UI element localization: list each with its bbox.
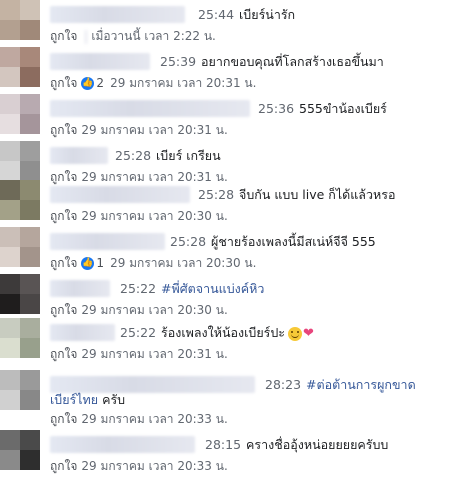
- comment-text: เบียร์น่ารัก: [239, 7, 296, 22]
- video-timestamp[interactable]: 25:22: [120, 325, 156, 340]
- comment-time[interactable]: เมื่อวานนี้ เวลา 2:22 น.: [91, 29, 215, 43]
- avatar[interactable]: [0, 0, 40, 40]
- comment-time[interactable]: 29 มกราคม เวลา 20:30 น.: [110, 256, 256, 270]
- avatar[interactable]: [0, 227, 40, 267]
- video-timestamp[interactable]: 25:44: [198, 7, 234, 22]
- like-link[interactable]: ถูกใจ: [50, 209, 77, 223]
- commenter-name-blurred[interactable]: [50, 280, 110, 297]
- comment-content: 25:28 เบียร์ เกรียน: [115, 146, 221, 166]
- comment-time[interactable]: 29 มกราคม เวลา 20:30 น.: [81, 209, 227, 223]
- comment-item: 25:39 อยากขอบคุณที่โลกสร้างเธอขึ้นมา ถูกใ…: [0, 47, 469, 97]
- avatar[interactable]: [0, 274, 40, 314]
- comment-content: 25:28 จีบกัน แบบ live ก็ได้แล้วหรอ: [198, 185, 395, 205]
- avatar[interactable]: [0, 47, 40, 87]
- comment-item: 25:22 #พี่ศัตจานแบ่งค์หิว ถูกใจ 29 มกราคม …: [0, 274, 469, 324]
- comment-item: 28:15 ครางชื่ออุ้งหน่อยยยยครับบ ถูกใจ 29 ม…: [0, 430, 469, 480]
- commenter-name-blurred[interactable]: [50, 186, 190, 203]
- comment-text: อยากขอบคุณที่โลกสร้างเธอขึ้นมา: [201, 54, 384, 69]
- comment-content: 25:44 เบียร์น่ารัก: [198, 5, 295, 25]
- comment-text: ครับ: [102, 392, 126, 407]
- video-timestamp[interactable]: 25:36: [258, 101, 294, 116]
- comment-text: ผู้ชายร้องเพลงนี้มีสเน่ห์จีจี 555: [211, 234, 376, 249]
- reaction-count[interactable]: 2: [96, 76, 104, 90]
- commenter-name-blurred[interactable]: [50, 6, 185, 23]
- video-timestamp[interactable]: 25:28: [115, 148, 151, 163]
- comment-text: 555ขำน้องเบียร์: [299, 101, 387, 116]
- comment-time[interactable]: 29 มกราคม เวลา 20:31 น.: [110, 76, 256, 90]
- separator: [85, 29, 88, 44]
- comment-content: 25:28 ผู้ชายร้องเพลงนี้มีสเน่ห์จีจี 555: [170, 232, 376, 252]
- reaction-count[interactable]: 1: [96, 256, 104, 270]
- like-link[interactable]: ถูกใจ: [50, 76, 77, 90]
- comment-text: เบียร์ เกรียน: [156, 148, 221, 163]
- like-reaction-icon[interactable]: 👍: [81, 77, 95, 90]
- video-timestamp[interactable]: 25:28: [198, 187, 234, 202]
- avatar[interactable]: [0, 430, 40, 470]
- video-timestamp[interactable]: 28:15: [205, 437, 241, 452]
- comment-time[interactable]: 29 มกราคม เวลา 20:31 น.: [81, 123, 227, 137]
- avatar[interactable]: [0, 94, 40, 134]
- comment-reply-line: เบียร์ไทย ครับ: [50, 390, 125, 410]
- like-link[interactable]: ถูกใจ: [50, 303, 77, 317]
- like-link[interactable]: ถูกใจ: [50, 256, 77, 270]
- like-link[interactable]: ถูกใจ: [50, 123, 77, 137]
- comment-item: 28:23 #ต่อต้านการผูกขาด เบียร์ไทย ครับ ถู…: [0, 370, 469, 426]
- comment-content: 25:22 #พี่ศัตจานแบ่งค์หิว: [120, 279, 264, 299]
- comment-text: ครางชื่ออุ้งหน่อยยยยครับบ: [246, 437, 389, 452]
- comment-meta: ถูกใจ 29 มกราคม เวลา 20:33 น.: [50, 410, 228, 429]
- comment-meta: ถูกใจ 29 มกราคม เวลา 20:31 น.: [50, 345, 228, 364]
- comment-meta: ถูกใจ 👍 1 29 มกราคม เวลา 20:30 น.: [50, 254, 256, 273]
- avatar[interactable]: [0, 180, 40, 220]
- commenter-name-blurred[interactable]: [50, 324, 115, 341]
- like-link[interactable]: ถูกใจ: [50, 347, 77, 361]
- video-timestamp[interactable]: 25:39: [160, 54, 196, 69]
- comment-item: 25:28 ผู้ชายร้องเพลงนี้มีสเน่ห์จีจี 555 ถ…: [0, 227, 469, 277]
- comment-meta: ถูกใจ เมื่อวานนี้ เวลา 2:22 น.: [50, 27, 216, 46]
- comment-item: 25:44 เบียร์น่ารัก ถูกใจ เมื่อวานนี้ เวลา …: [0, 0, 469, 50]
- hashtag-link[interactable]: #พี่ศัตจานแบ่งค์หิว: [161, 281, 264, 296]
- comment-time[interactable]: 29 มกราคม เวลา 20:30 น.: [81, 303, 227, 317]
- like-link[interactable]: ถูกใจ: [50, 412, 77, 426]
- like-link[interactable]: ถูกใจ: [50, 29, 77, 43]
- comment-content: 25:39 อยากขอบคุณที่โลกสร้างเธอขึ้นมา: [160, 52, 384, 72]
- comment-meta: ถูกใจ 29 มกราคม เวลา 20:31 น.: [50, 121, 228, 140]
- avatar[interactable]: [0, 318, 40, 358]
- video-timestamp[interactable]: 25:22: [120, 281, 156, 296]
- avatar[interactable]: [0, 141, 40, 181]
- comment-item: 25:22 ร้องเพลงให้น้องเบียร์ปะ ❤ ถูกใจ 29 มก…: [0, 318, 469, 368]
- comment-item: 25:36 555ขำน้องเบียร์ ถูกใจ 29 มกราคม เวลา…: [0, 94, 469, 144]
- commenter-name-blurred[interactable]: [50, 53, 150, 70]
- comment-content: 25:36 555ขำน้องเบียร์: [258, 99, 387, 119]
- comment-time[interactable]: 29 มกราคม เวลา 20:33 น.: [81, 459, 227, 473]
- comment-text: ร้องเพลงให้น้องเบียร์ปะ: [161, 325, 286, 340]
- comment-text: จีบกัน แบบ live ก็ได้แล้วหรอ: [239, 187, 396, 202]
- comment-meta: ถูกใจ 👍 2 29 มกราคม เวลา 20:31 น.: [50, 74, 256, 93]
- video-timestamp[interactable]: 25:28: [170, 234, 206, 249]
- mention-link[interactable]: เบียร์ไทย: [50, 392, 98, 407]
- comment-meta: ถูกใจ 29 มกราคม เวลา 20:30 น.: [50, 207, 228, 226]
- commenter-name-blurred[interactable]: [50, 100, 250, 117]
- comment-content: 25:22 ร้องเพลงให้น้องเบียร์ปะ ❤: [120, 323, 314, 343]
- comment-content: 28:23 #ต่อต้านการผูกขาด: [265, 375, 416, 395]
- comment-content: 28:15 ครางชื่ออุ้งหน่อยยยยครับบ: [205, 435, 388, 455]
- comment-time[interactable]: 29 มกราคม เวลา 20:31 น.: [81, 347, 227, 361]
- comment-time[interactable]: 29 มกราคม เวลา 20:33 น.: [81, 412, 227, 426]
- like-link[interactable]: ถูกใจ: [50, 459, 77, 473]
- video-timestamp[interactable]: 28:23: [265, 377, 301, 392]
- heart-emoji-icon: ❤: [303, 326, 314, 341]
- hashtag-link[interactable]: #ต่อต้านการผูกขาด: [306, 377, 416, 392]
- avatar[interactable]: [0, 370, 40, 410]
- smile-emoji-icon: [288, 326, 303, 341]
- commenter-name-blurred[interactable]: [50, 233, 165, 250]
- like-reaction-icon[interactable]: 👍: [81, 257, 95, 270]
- commenter-name-blurred[interactable]: [50, 436, 195, 453]
- comment-item: 25:28 จีบกัน แบบ live ก็ได้แล้วหรอ ถูกใจ 2…: [0, 180, 469, 230]
- commenter-name-blurred[interactable]: [50, 147, 108, 164]
- comment-meta: ถูกใจ 29 มกราคม เวลา 20:33 น.: [50, 457, 228, 476]
